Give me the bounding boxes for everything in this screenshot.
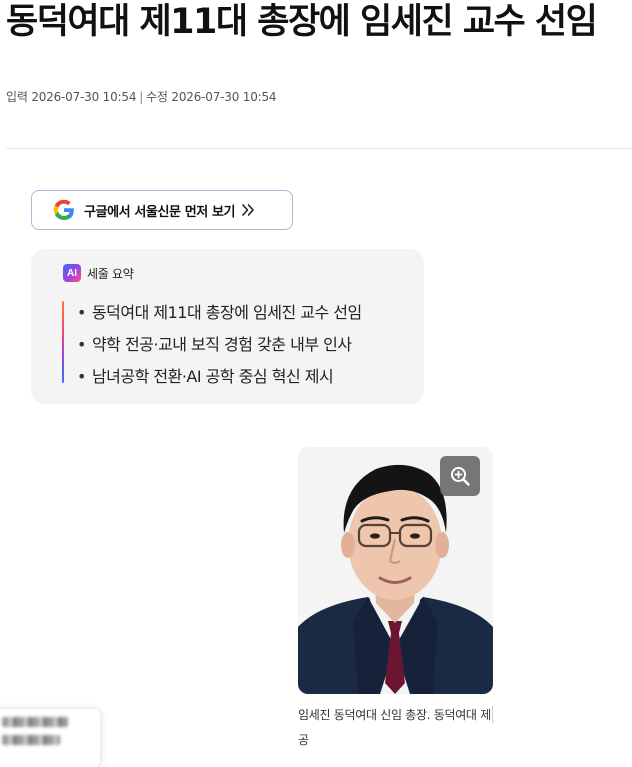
google-g-icon — [53, 199, 74, 220]
zoom-in-icon — [451, 467, 470, 486]
byline-separator: | — [139, 90, 144, 104]
summary-accent-bar — [62, 301, 64, 383]
floating-ad-card[interactable] — [0, 709, 100, 767]
published-label: 입력 — [6, 90, 28, 104]
article-byline: 입력 2026-07-30 10:54 | 수정 2026-07-30 10:54 — [6, 88, 277, 105]
zoom-photo-button[interactable] — [440, 456, 480, 496]
photo-caption: 임세진 동덕여대 신임 총장. 동덕여대 제공 — [298, 708, 491, 747]
ai-summary-box: AI 세줄 요약 동덕여대 제11대 총장에 임세진 교수 선임 약학 전공·교… — [31, 249, 424, 404]
caption-divider — [492, 706, 493, 723]
google-preferred-source-button[interactable]: 구글에서 서울신문 먼저 보기 — [31, 190, 293, 230]
summary-item: 동덕여대 제11대 총장에 임세진 교수 선임 — [77, 297, 362, 329]
header-divider — [6, 148, 632, 149]
google-button-label: 구글에서 서울신문 먼저 보기 — [84, 204, 236, 220]
published-time: 2026-07-30 10:54 — [31, 90, 137, 104]
article-headline: 동덕여대 제11대 총장에 임세진 교수 선임 — [6, 2, 598, 42]
modified-time: 2026-07-30 10:54 — [171, 90, 277, 104]
blurred-text-line — [2, 717, 68, 727]
summary-item: 약학 전공·교내 보직 경험 갖춘 내부 인사 — [77, 329, 362, 361]
double-chevron-right-icon — [242, 204, 254, 216]
blurred-text-line — [2, 735, 60, 745]
summary-item: 남녀공학 전환·AI 공학 중심 혁신 제시 — [77, 361, 362, 393]
ai-summary-title: 세줄 요약 — [87, 266, 134, 281]
article-photo[interactable] — [298, 447, 493, 694]
modified-label: 수정 — [146, 90, 168, 104]
ai-badge-icon: AI — [63, 264, 81, 282]
summary-list: 동덕여대 제11대 총장에 임세진 교수 선임 약학 전공·교내 보직 경험 갖… — [77, 297, 362, 393]
ai-summary-header: AI 세줄 요약 — [63, 264, 134, 282]
